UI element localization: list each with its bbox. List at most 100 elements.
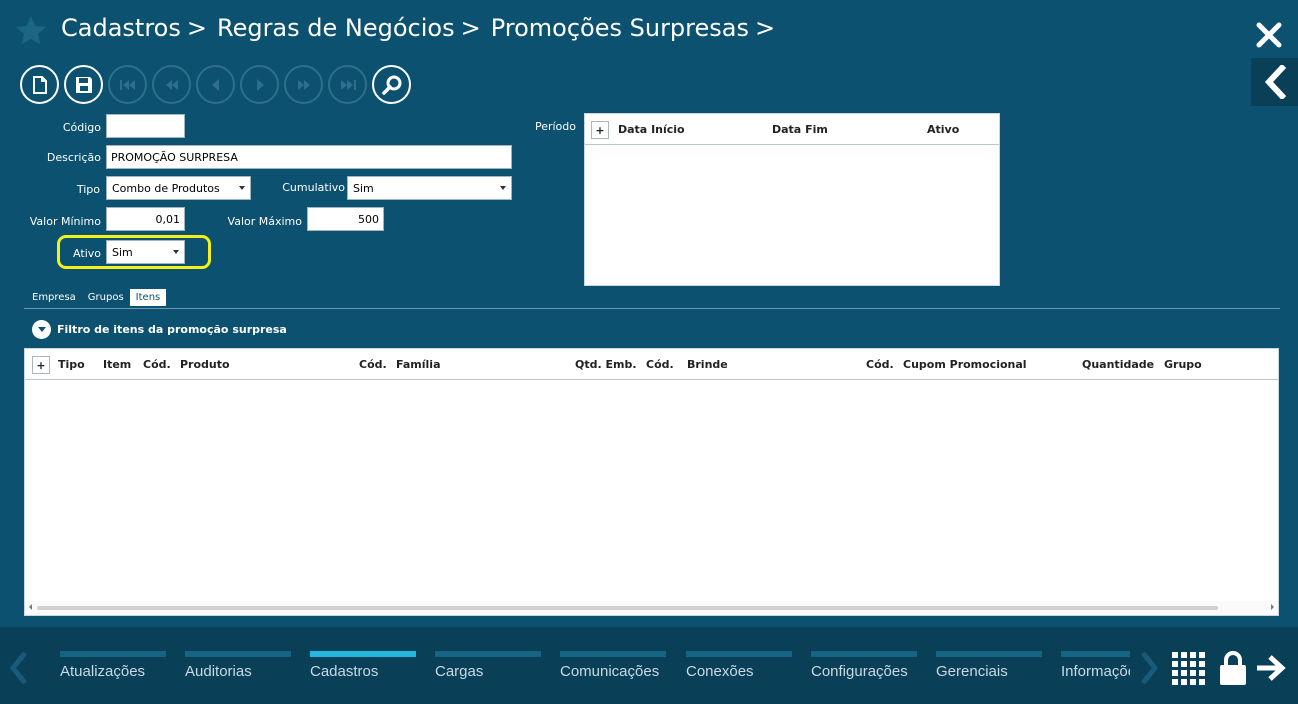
breadcrumb-item-promocoes[interactable]: Promoções Surpresas	[491, 14, 749, 42]
fast-forward-button[interactable]	[284, 65, 323, 104]
breadcrumb-separator: >	[460, 14, 481, 42]
module-menu: Atualizações Auditorias Cadastros Cargas…	[60, 651, 1130, 691]
tipo-select[interactable]: Combo de Produtos	[106, 176, 251, 200]
valor-maximo-field[interactable]: 500	[307, 207, 384, 231]
filter-label: Filtro de itens da promoção surpresa	[57, 323, 287, 336]
column-header[interactable]: Cód.	[866, 358, 894, 371]
column-header[interactable]: Cupom Promocional	[903, 358, 1027, 371]
menu-item-bar	[185, 651, 291, 657]
valor-maximo-label: Valor Máximo	[227, 215, 302, 228]
new-button[interactable]	[20, 65, 59, 104]
apps-grid-icon[interactable]	[1172, 652, 1206, 686]
first-record-button[interactable]	[108, 65, 147, 104]
last-record-button[interactable]	[328, 65, 367, 104]
tab-empresa[interactable]: Empresa	[26, 289, 82, 306]
column-header[interactable]: Ativo	[927, 123, 959, 136]
save-icon	[75, 76, 92, 93]
column-header[interactable]: Tipo	[58, 358, 85, 371]
menu-item-cadastros[interactable]: Cadastros	[310, 651, 416, 680]
column-header[interactable]: Qtd. Emb.	[575, 358, 637, 371]
column-header[interactable]: Cód.	[143, 358, 171, 371]
menu-item-bar	[60, 651, 166, 657]
column-header[interactable]: Cód.	[646, 358, 674, 371]
chevron-right-icon[interactable]	[1138, 651, 1160, 685]
favorite-star-icon[interactable]	[14, 14, 48, 48]
codigo-label: Código	[62, 121, 101, 134]
menu-item-label: Informações	[1061, 663, 1130, 680]
ativo-select-value: Sim	[112, 245, 133, 259]
breadcrumb-separator: >	[186, 14, 207, 42]
chevron-down-icon	[173, 250, 179, 254]
expand-icon	[32, 320, 51, 339]
scroll-left-icon[interactable]	[29, 604, 32, 610]
menu-item-label: Comunicações	[560, 663, 660, 680]
next-button[interactable]	[240, 65, 279, 104]
cumulativo-select[interactable]: Sim	[347, 176, 512, 200]
periodo-grid-header: + Data Início Data Fim Ativo	[585, 114, 999, 145]
lock-icon[interactable]	[1219, 650, 1247, 686]
valor-minimo-field[interactable]: 0,01	[106, 207, 185, 231]
ativo-select[interactable]: Sim	[106, 240, 185, 264]
new-document-icon	[32, 75, 47, 94]
periodo-label: Período	[534, 120, 576, 133]
menu-item-gerenciais[interactable]: Gerenciais	[936, 651, 1042, 680]
breadcrumb-item-regras[interactable]: Regras de Negócios	[217, 14, 455, 42]
menu-item-informacoes[interactable]: Informações	[1061, 651, 1130, 680]
search-button[interactable]	[372, 65, 411, 104]
descricao-label: Descrição	[46, 151, 101, 164]
column-header[interactable]: Data Início	[618, 123, 685, 136]
menu-item-comunicacoes[interactable]: Comunicações	[560, 651, 666, 680]
cumulativo-label: Cumulativo	[282, 181, 345, 194]
menu-item-configuracoes[interactable]: Configurações	[811, 651, 917, 680]
bottom-navigation: Atualizações Auditorias Cadastros Cargas…	[0, 627, 1298, 704]
items-grid: + Tipo Item Cód. Produto Cód. Família Qt…	[24, 348, 1279, 616]
search-icon	[381, 75, 401, 95]
codigo-field[interactable]	[106, 114, 185, 138]
fast-forward-icon	[297, 79, 310, 90]
ativo-label: Ativo	[73, 247, 101, 260]
chevron-left-icon	[1264, 65, 1286, 99]
column-header[interactable]: Produto	[180, 358, 230, 371]
column-header[interactable]: Família	[396, 358, 441, 371]
toolbar	[20, 65, 411, 104]
menu-item-atualizacoes[interactable]: Atualizações	[60, 651, 166, 680]
add-item-button[interactable]: +	[32, 356, 50, 374]
skip-first-icon	[119, 79, 135, 90]
tab-bar: Empresa Grupos Itens	[26, 289, 167, 306]
previous-button[interactable]	[196, 65, 235, 104]
logout-arrow-icon[interactable]	[1255, 654, 1287, 682]
scrollbar-thumb[interactable]	[37, 606, 1218, 610]
tab-grupos[interactable]: Grupos	[82, 289, 130, 306]
column-header[interactable]: Data Fim	[772, 123, 828, 136]
descricao-field[interactable]: PROMOÇÃO SURPRESA	[106, 145, 512, 169]
fast-back-button[interactable]	[152, 65, 191, 104]
menu-item-label: Conexões	[686, 663, 754, 680]
collapse-panel-button[interactable]	[1251, 58, 1298, 106]
menu-item-bar	[310, 651, 416, 657]
column-header[interactable]: Brinde	[687, 358, 728, 371]
save-button[interactable]	[64, 65, 103, 104]
menu-item-cargas[interactable]: Cargas	[435, 651, 541, 680]
scroll-right-icon[interactable]	[1271, 604, 1274, 610]
cumulativo-select-value: Sim	[353, 181, 374, 195]
column-header[interactable]: Item	[103, 358, 131, 371]
breadcrumb-separator: >	[754, 14, 776, 42]
menu-item-label: Cadastros	[310, 663, 379, 680]
close-icon[interactable]	[1254, 20, 1284, 50]
column-header[interactable]: Grupo	[1164, 358, 1202, 371]
column-header[interactable]: Quantidade	[1082, 358, 1154, 371]
add-periodo-button[interactable]: +	[591, 121, 609, 139]
valor-minimo-label: Valor Mínimo	[29, 215, 101, 228]
tab-itens[interactable]: Itens	[129, 289, 167, 306]
chevron-left-icon[interactable]	[8, 651, 30, 685]
column-header[interactable]: Cód.	[359, 358, 387, 371]
menu-item-conexoes[interactable]: Conexões	[686, 651, 792, 680]
rewind-icon	[165, 79, 178, 90]
menu-item-label: Gerenciais	[936, 663, 1008, 680]
menu-item-auditorias[interactable]: Auditorias	[185, 651, 291, 680]
breadcrumb-item-cadastros[interactable]: Cadastros	[61, 14, 181, 42]
filter-toggle[interactable]: Filtro de itens da promoção surpresa	[32, 320, 287, 339]
menu-item-bar	[1061, 651, 1130, 657]
horizontal-scrollbar[interactable]	[25, 601, 1278, 615]
skip-last-icon	[340, 79, 356, 90]
